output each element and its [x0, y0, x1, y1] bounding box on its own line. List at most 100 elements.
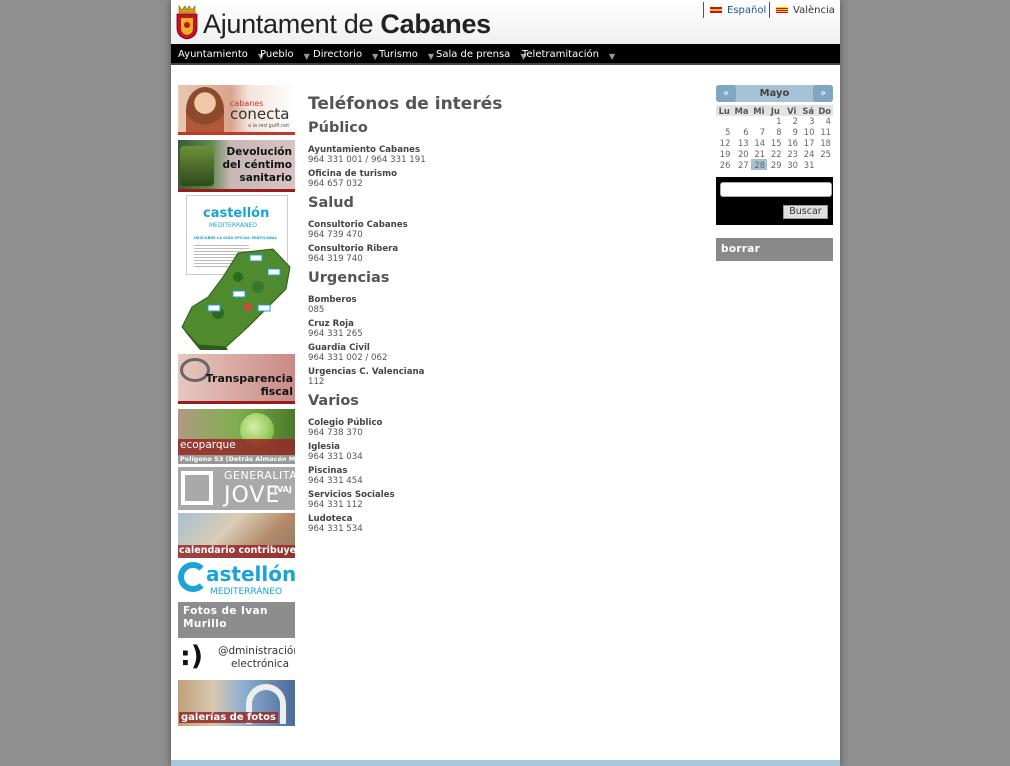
weekday-header: Mi — [750, 105, 768, 116]
banner-castellon-mediterraneo[interactable]: astellón MEDITERRÁNEO — [178, 560, 295, 600]
calendar-next-button[interactable]: » — [813, 85, 833, 102]
phone-entry: Servicios Sociales 964 331 112 — [308, 490, 698, 510]
calendar-day[interactable]: 11 — [816, 127, 833, 138]
calendar-day[interactable]: 17 — [800, 138, 816, 149]
section-heading: Salud — [308, 195, 354, 211]
weekday-row: Lu Ma Mi Ju Vi Sá Do — [716, 105, 833, 116]
entry-phone: 964 739 470 — [308, 230, 363, 240]
site-header: Ajuntament de Cabanes Español València — [171, 0, 840, 44]
banner-galerias-fotos[interactable]: galerías de fotos — [178, 680, 295, 726]
search-input[interactable] — [720, 181, 832, 197]
entry-phone: 085 — [308, 305, 325, 315]
calendar-day[interactable]: 30 — [784, 159, 800, 170]
nav-item-sala-de-prensa[interactable]: Sala de prensa ▼ — [436, 44, 526, 65]
calendar-prev-button[interactable]: « — [716, 85, 736, 102]
calendar-day[interactable]: 14 — [751, 138, 767, 149]
banner-calendario-contribuyente[interactable]: calendario contribuyente — [178, 513, 295, 558]
entry-name: Urgencias C. Valenciana — [308, 367, 425, 377]
calendar-day[interactable]: 10 — [800, 127, 816, 138]
calendar-day[interactable]: 3 — [800, 116, 816, 127]
borrar-box[interactable]: borrar — [716, 237, 833, 261]
calendar-empty-cell — [732, 116, 750, 127]
banner-transparencia-fiscal[interactable]: Transparencia fiscal — [178, 354, 295, 404]
calendar-day[interactable]: 18 — [816, 138, 833, 149]
calendar-day[interactable]: 21 — [751, 148, 767, 159]
lang-espanol-link[interactable]: Español — [703, 2, 766, 18]
calendar-day[interactable]: 13 — [732, 138, 750, 149]
calendar-day[interactable]: 19 — [716, 148, 732, 159]
site-title[interactable]: Ajuntament de Cabanes — [203, 9, 491, 40]
calendar-day[interactable]: 12 — [716, 138, 732, 149]
phone-entry: Piscinas 964 331 454 — [308, 466, 698, 486]
calendar-day[interactable]: 20 — [732, 148, 750, 159]
phone-entry: Oficina de turismo 964 657 032 — [308, 169, 698, 189]
ivaj-logo-icon — [181, 471, 213, 505]
calendar-day[interactable]: 23 — [784, 148, 800, 159]
nav-label: Ayuntamiento — [178, 49, 248, 60]
entry-name: Consultorio Ribera — [308, 244, 399, 254]
phone-entry: Consultorio Cabanes 964 739 470 — [308, 220, 698, 240]
entry-phone: 964 738 370 — [308, 428, 363, 438]
calendar-day[interactable]: 16 — [784, 138, 800, 149]
calendar-day[interactable]: 22 — [767, 148, 783, 159]
phone-entry: Ayuntamiento Cabanes 964 331 001 / 964 3… — [308, 145, 698, 165]
nav-item-ayuntamiento[interactable]: Ayuntamiento ▼ — [178, 44, 264, 65]
ecoparque-subtitle: Polígono S3 (Detrás Almacén Mpal.) — [180, 455, 295, 463]
banner-ecoparque[interactable]: ecoparque Polígono S3 (Detrás Almacén Mp… — [178, 409, 295, 464]
calendar-day[interactable]: 31 — [800, 159, 816, 170]
search-button[interactable]: Buscar — [783, 204, 828, 219]
banner-castellon-guia[interactable]: castellón MEDITERRÁNEO DESCUBRE LA GUÍA … — [178, 195, 295, 350]
lang-espanol-label: Español — [727, 4, 767, 16]
phone-entry: Guardia Civil 964 331 002 / 062 — [308, 343, 698, 363]
banner-devolucion-centimo[interactable]: Devolución del céntimo sanitario — [178, 140, 295, 192]
nav-label: Directorio — [313, 49, 363, 60]
calendar-day[interactable]: 7 — [751, 127, 767, 138]
calendar-empty-cell — [716, 116, 732, 127]
nav-label: Sala de prensa — [436, 49, 511, 60]
phone-entry: Urgencias C. Valenciana 112 — [308, 367, 698, 387]
calendar-day[interactable]: 27 — [732, 159, 750, 170]
calendar-day[interactable]: 6 — [732, 127, 750, 138]
nav-label: Turismo — [379, 49, 418, 60]
calendar-day[interactable]: 9 — [784, 127, 800, 138]
calendar-day[interactable]: 5 — [716, 127, 732, 138]
nav-item-pueblo[interactable]: Pueblo ▼ — [260, 44, 310, 65]
banner-administracion-electronica[interactable]: :) @dministración electrónica — [178, 641, 295, 678]
calendar-day[interactable]: 15 — [767, 138, 783, 149]
nav-item-teletramitacion[interactable]: Teletramitación ▼ — [522, 44, 615, 65]
calendar-week-row: 12 13 14 15 16 17 18 — [716, 138, 833, 149]
entry-phone: 964 319 740 — [308, 254, 363, 264]
fuel-nozzle-photo — [180, 146, 214, 186]
calendar-day[interactable]: 28 — [750, 159, 768, 170]
page-container: Ajuntament de Cabanes Español València A… — [171, 0, 840, 766]
calendar-day[interactable]: 26 — [716, 159, 732, 170]
phone-entry: Cruz Roja 964 331 265 — [308, 319, 698, 339]
calendar-day[interactable]: 1 — [767, 116, 783, 127]
entry-name: Ludoteca — [308, 514, 353, 524]
coat-of-arms-logo[interactable] — [175, 4, 199, 40]
calendar-week-row: 5 6 7 8 9 10 11 — [716, 127, 833, 138]
section-varios: Varios Colegio Público 964 738 370 Igles… — [308, 393, 698, 534]
nav-item-turismo[interactable]: Turismo ▼ — [379, 44, 434, 65]
section-publico: Público Ayuntamiento Cabanes 964 331 001… — [308, 120, 698, 189]
ecoparque-title: ecoparque — [180, 439, 236, 451]
lang-valencia-link[interactable]: València — [769, 2, 835, 18]
calendar-day[interactable]: 25 — [816, 148, 833, 159]
section-heading: Urgencias — [308, 270, 390, 286]
calendar-day[interactable]: 2 — [784, 116, 800, 127]
banner-cabanes-conecta[interactable]: cabanes conecta a la red guifi.net — [178, 85, 295, 135]
caret-down-icon: ▼ — [303, 51, 310, 61]
jove-text: JOVE — [224, 483, 281, 508]
calendar-day[interactable]: 29 — [767, 159, 783, 170]
weekday-header: Ma — [732, 105, 751, 116]
site-title-bold: Cabanes — [380, 9, 491, 39]
calendar-day[interactable]: 24 — [800, 148, 816, 159]
conecta-sub-text: a la red guifi.net — [248, 123, 290, 129]
entry-phone: 964 331 002 / 062 — [308, 353, 388, 363]
calendar-day[interactable]: 8 — [767, 127, 783, 138]
calendar-day[interactable]: 4 — [816, 116, 833, 127]
guia-title-text: DESCUBRE LA GUÍA OFICIAL MULTICANAL — [194, 236, 277, 240]
banner-generalitat-jove[interactable]: GENERALITAT JOVE IVAJ — [178, 467, 295, 510]
banner-fotos-ivan-murillo[interactable]: Fotos de Ivan Murillo — [178, 602, 295, 638]
nav-item-directorio[interactable]: Directorio ▼ — [313, 44, 378, 65]
